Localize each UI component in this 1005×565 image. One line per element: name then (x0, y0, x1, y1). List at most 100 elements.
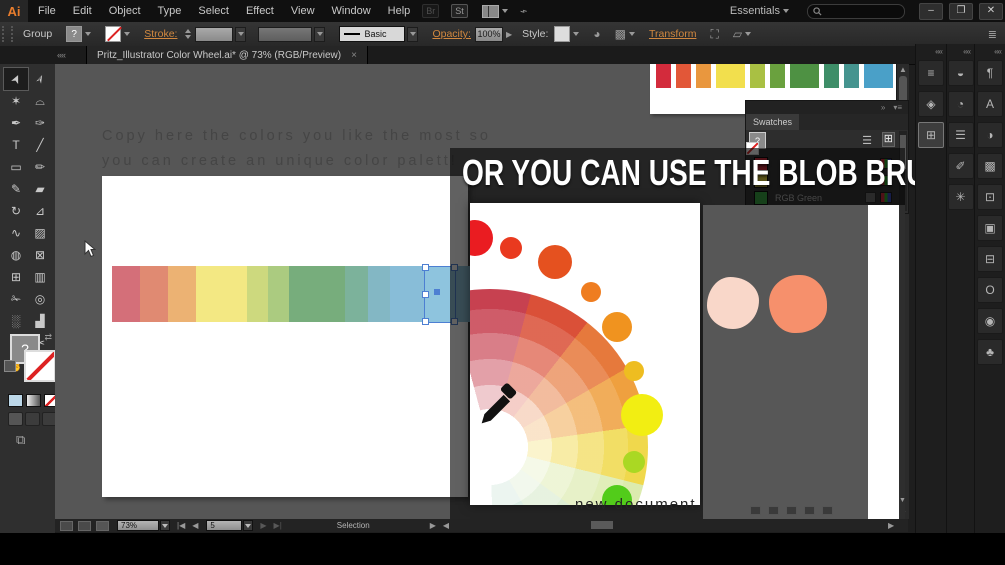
recolor-artwork-icon[interactable]: ◕ (593, 27, 600, 41)
swatches-tab[interactable]: Swatches (746, 114, 800, 130)
draw-normal-button[interactable] (8, 412, 23, 426)
panel-grip[interactable] (2, 26, 13, 42)
graphic-styles-panel-button[interactable]: ♣ (977, 339, 1004, 365)
strip-segment[interactable] (289, 266, 345, 322)
chevron-down-icon[interactable] (745, 32, 752, 36)
status-arrow-icon[interactable]: ▶ (430, 521, 436, 530)
stroke-color-box[interactable] (24, 350, 56, 382)
palette-swatch[interactable] (864, 64, 893, 88)
default-fill-stroke-icon[interactable] (4, 360, 16, 372)
symbols-panel-button[interactable]: ✳ (947, 184, 974, 210)
pathfinder-panel-button[interactable]: ⊡ (977, 184, 1004, 210)
appearance-panel-button[interactable]: ◑ (977, 122, 1004, 148)
color-button[interactable] (8, 394, 23, 407)
color-guide-panel-button[interactable]: ◔ (947, 91, 974, 117)
restore-button[interactable]: ❐ (949, 2, 973, 20)
magic-wand-tool[interactable]: ✶ (4, 90, 28, 112)
first-artboard-icon[interactable]: |◀ (177, 521, 185, 530)
paragraph-panel-button[interactable]: ¶ (977, 60, 1004, 86)
style-swatch[interactable] (554, 26, 571, 42)
menu-edit[interactable]: Edit (73, 5, 92, 17)
strip-segment[interactable] (168, 266, 196, 322)
status-icon[interactable] (78, 520, 91, 531)
control-panel-menu-icon[interactable]: ≣ (988, 28, 997, 41)
stroke-swatch-none[interactable] (105, 26, 122, 42)
type-tool[interactable]: T (4, 134, 28, 156)
workspace-switcher[interactable]: Essentials (730, 5, 789, 17)
strip-segment[interactable] (140, 266, 168, 322)
scroll-up-icon[interactable]: ▲ (899, 65, 907, 74)
fill-swatch[interactable]: ? (66, 26, 83, 42)
screen-mode-icon[interactable]: ⧉ (16, 432, 25, 448)
opentype-panel-button[interactable]: O (977, 277, 1004, 303)
app-logo[interactable]: Ai (0, 0, 28, 22)
toolbar-collapse-icon[interactable]: «« (57, 50, 66, 60)
palette-swatch[interactable] (844, 64, 859, 88)
gradient-tool[interactable]: ▥ (28, 266, 52, 288)
swap-fill-stroke-icon[interactable]: ⇄ (44, 332, 52, 343)
close-button[interactable]: ✕ (979, 2, 1003, 20)
menu-effect[interactable]: Effect (246, 5, 274, 17)
strip-segment[interactable] (268, 266, 289, 322)
strip-segment[interactable] (112, 266, 140, 322)
prev-artboard-icon[interactable]: ◀ (192, 521, 198, 530)
column-graph-tool[interactable]: ▟ (28, 310, 52, 332)
line-segment-tool[interactable]: ╱ (28, 134, 52, 156)
eraser-tool[interactable]: ▰ (28, 178, 52, 200)
select-similar-icon[interactable]: ▩ (615, 27, 626, 41)
strip-segment[interactable] (390, 266, 424, 322)
character-panel-button[interactable]: A (977, 91, 1004, 117)
menu-help[interactable]: Help (388, 5, 411, 17)
chevron-down-icon[interactable] (628, 32, 635, 36)
rectangle-tool[interactable]: ▭ (4, 156, 28, 178)
mesh-tool[interactable]: ⊞ (4, 266, 28, 288)
cs-live-icon[interactable]: ⌁ (518, 3, 529, 18)
color-strip[interactable] (112, 266, 470, 322)
artboard-number-field[interactable]: 5 (206, 520, 243, 531)
dock-collapse-icon[interactable]: «« (935, 47, 943, 56)
blend-tool[interactable]: ◎ (28, 288, 52, 310)
brush-definition-field[interactable]: Basic (339, 26, 406, 42)
gradient-panel-button[interactable]: ▩ (977, 153, 1004, 179)
next-artboard-icon[interactable]: ▶ (260, 521, 266, 530)
gradient-button[interactable] (26, 394, 41, 407)
search-input[interactable] (807, 3, 905, 19)
brush-pen-tool[interactable]: ✑ (28, 112, 52, 134)
stock-button[interactable]: St (451, 4, 468, 18)
perspective-grid-tool[interactable]: ⊠ (28, 244, 52, 266)
rotate-tool[interactable]: ↻ (4, 200, 28, 222)
document-tab[interactable]: Pritz_Illustrator Color Wheel.ai* @ 73% … (86, 46, 368, 64)
arrange-panel-button[interactable]: ⊟ (977, 246, 1004, 272)
chevron-down-icon[interactable] (407, 26, 419, 42)
selection-center-point[interactable] (434, 289, 440, 295)
navigator-panel-button[interactable]: ◉ (977, 308, 1004, 334)
stroke-panel-button[interactable]: ☰ (947, 122, 974, 148)
horizontal-scrollbar-thumb[interactable] (591, 521, 613, 529)
last-artboard-icon[interactable]: ▶| (274, 521, 282, 530)
variable-width-profile-field[interactable] (258, 26, 313, 42)
palette-swatch[interactable] (696, 64, 711, 88)
shear-icon[interactable]: ▱ (733, 27, 742, 41)
export-icon[interactable] (96, 520, 109, 531)
opacity-link[interactable]: Opacity: (432, 28, 471, 40)
stroke-link[interactable]: Stroke: (144, 28, 177, 40)
scroll-right-icon[interactable]: ▶ (888, 521, 894, 530)
lasso-tool[interactable]: ⌓ (28, 90, 52, 112)
chevron-down-icon[interactable] (160, 520, 170, 531)
palette-swatch[interactable] (750, 64, 765, 88)
menu-select[interactable]: Select (198, 5, 229, 17)
bridge-button[interactable]: Br (422, 4, 440, 18)
transform-link[interactable]: Transform (649, 28, 696, 40)
palette-swatch[interactable] (824, 64, 839, 88)
opacity-field[interactable]: 100% (474, 26, 503, 42)
chevron-down-icon[interactable] (573, 32, 580, 36)
arrange-documents-icon[interactable] (481, 4, 499, 18)
chevron-down-icon[interactable] (235, 26, 247, 42)
menu-object[interactable]: Object (109, 5, 141, 17)
menu-window[interactable]: Window (332, 5, 371, 17)
grid-view-icon[interactable]: ⊞ (881, 132, 896, 147)
chevron-down-icon[interactable] (243, 520, 254, 531)
selection-handle[interactable] (422, 291, 429, 298)
eyedropper-tool[interactable]: ✁ (4, 288, 28, 310)
stroke-weight-field[interactable] (195, 26, 234, 42)
